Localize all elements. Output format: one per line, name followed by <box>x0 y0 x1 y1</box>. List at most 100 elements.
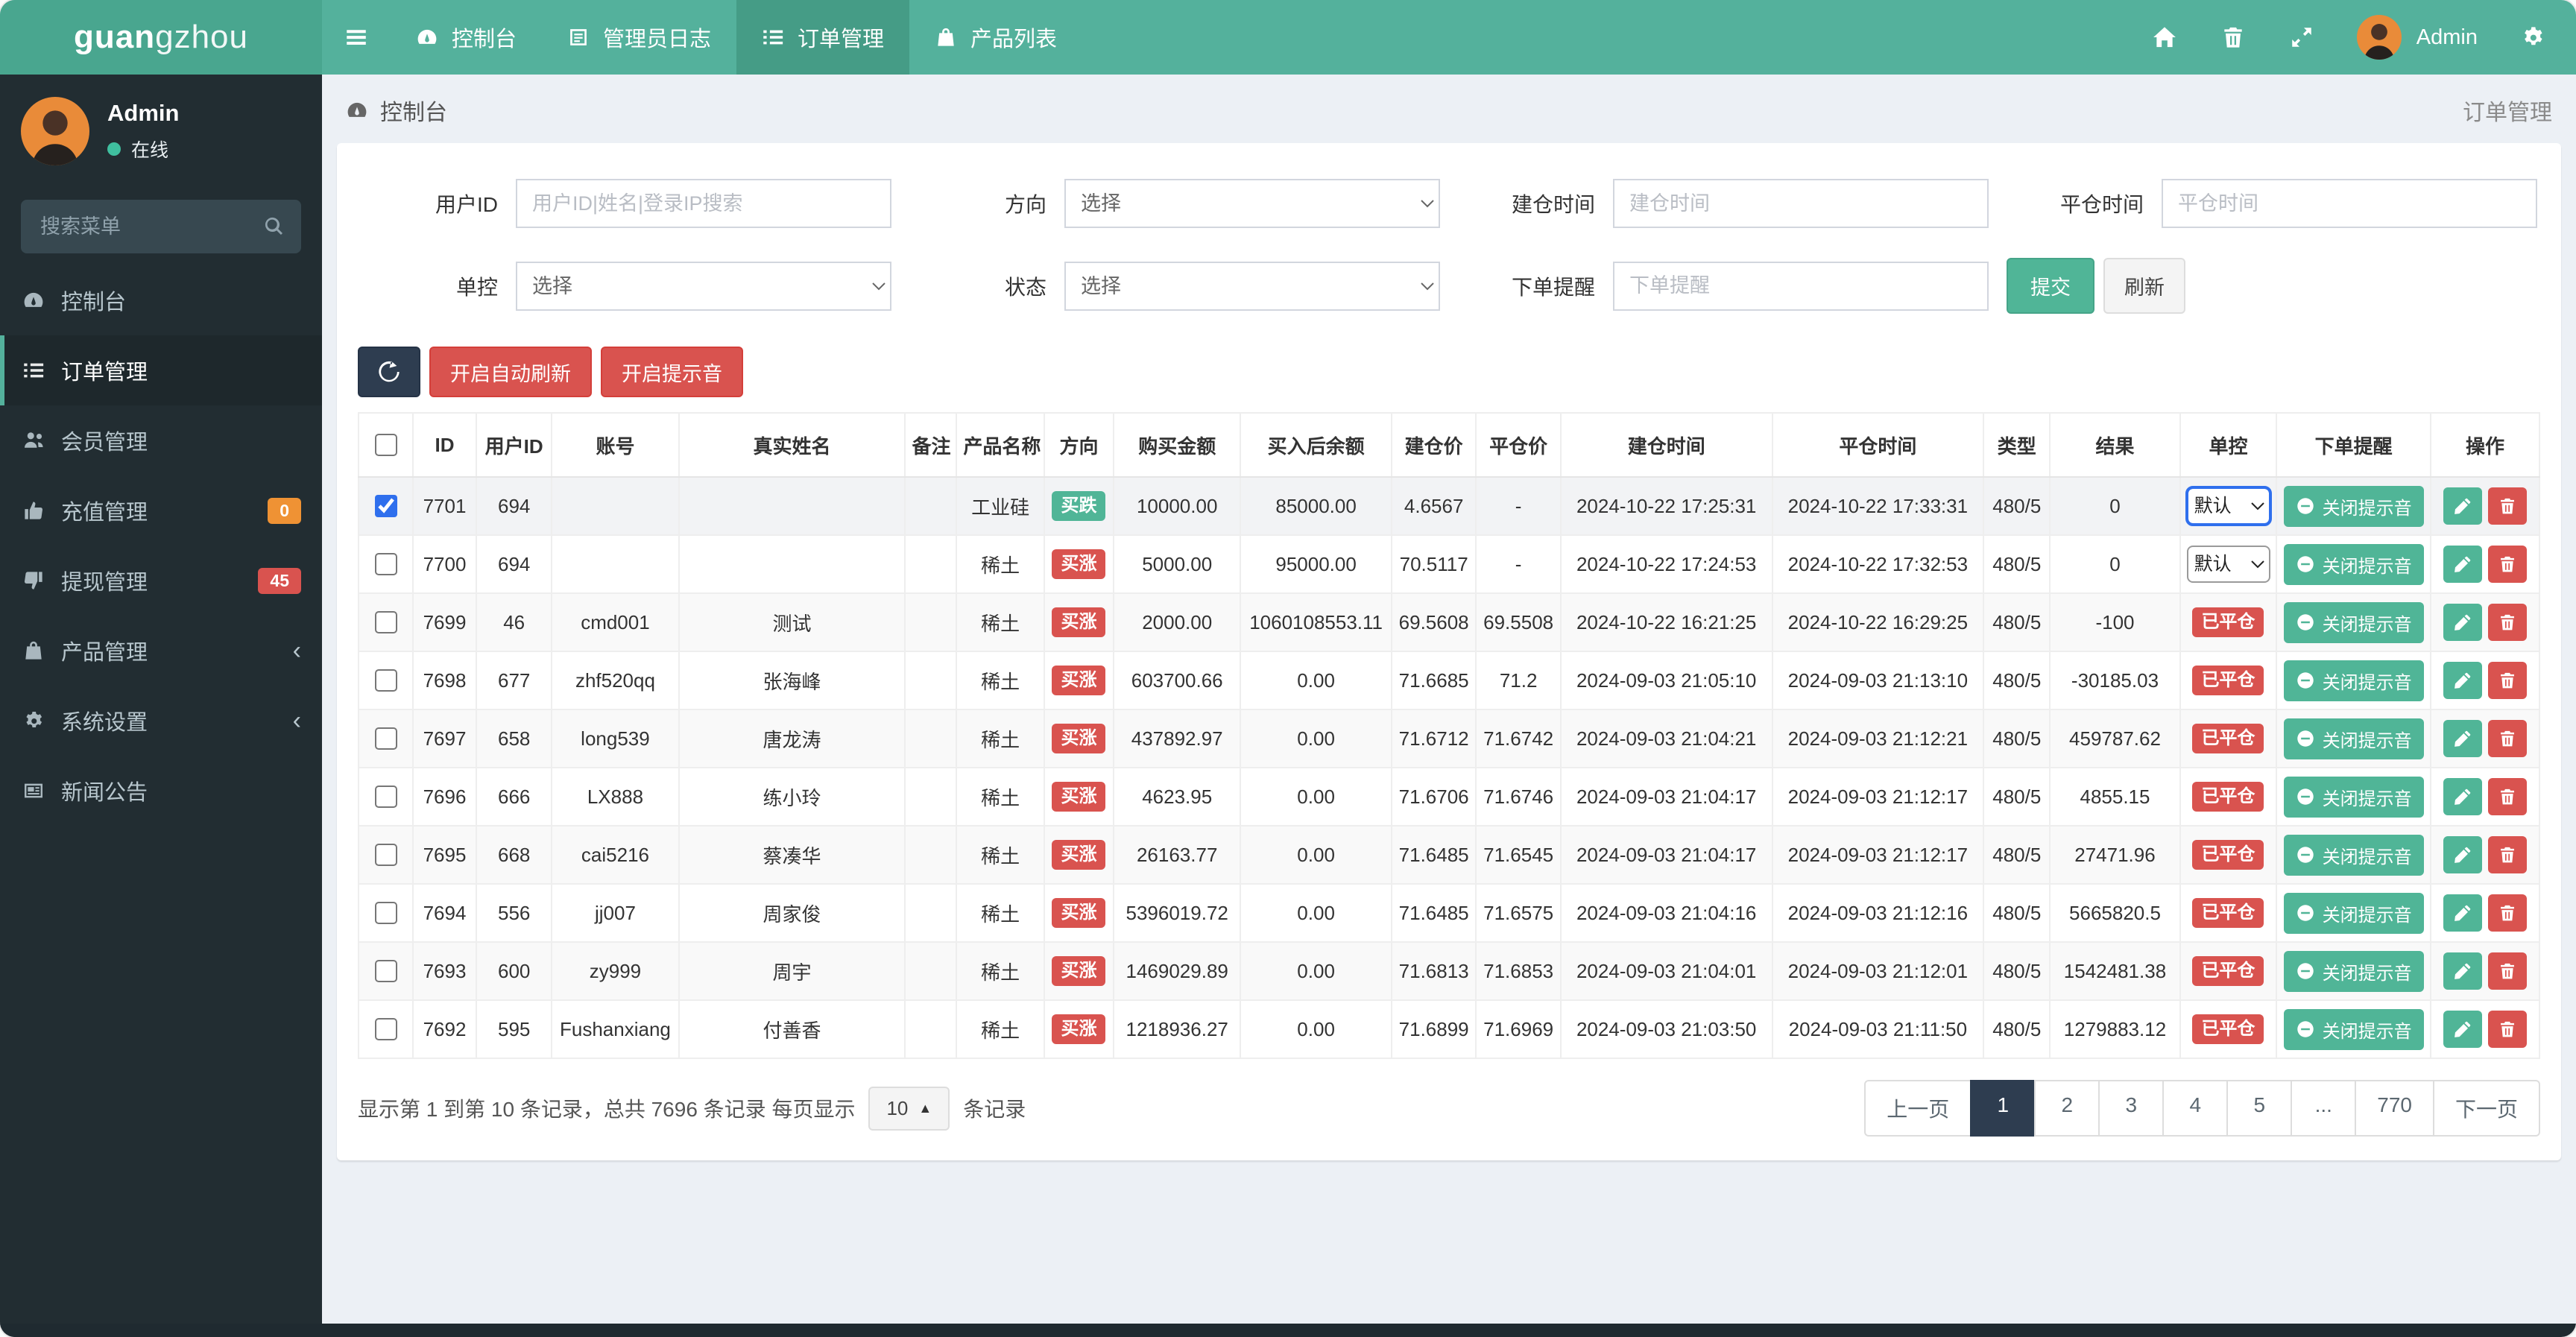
row-checkbox[interactable] <box>375 494 398 517</box>
order-reminder-input[interactable] <box>1613 261 1989 311</box>
sidebar-item-产品管理[interactable]: 产品管理 ‹ <box>0 616 322 686</box>
nav-item-label: 订单管理 <box>798 28 885 51</box>
close-sound-label: 关闭提示音 <box>2322 614 2412 635</box>
control-closed-badge: 已平仓 <box>2192 1014 2264 1044</box>
close-sound-button[interactable]: 关闭提示音 <box>2283 834 2424 876</box>
row-checkbox[interactable] <box>375 610 398 633</box>
close-sound-button[interactable]: 关闭提示音 <box>2283 1008 2424 1050</box>
delete-button[interactable] <box>2487 720 2527 757</box>
submit-button[interactable]: 提交 <box>2007 258 2094 314</box>
control-select[interactable]: 默认 <box>2185 486 2272 526</box>
edit-button[interactable] <box>2443 487 2482 525</box>
delete-button[interactable] <box>2487 487 2527 525</box>
row-checkbox[interactable] <box>375 668 398 692</box>
row-reminder: 关闭提示音 <box>2276 825 2431 885</box>
row-checkbox[interactable] <box>375 552 398 575</box>
sidebar-item-新闻公告[interactable]: 新闻公告 <box>0 756 322 826</box>
sidebar-item-订单管理[interactable]: 订单管理 <box>0 335 322 405</box>
sidebar-item-系统设置[interactable]: 系统设置 ‹ <box>0 686 322 756</box>
row-checkbox[interactable] <box>375 785 398 808</box>
direction-select[interactable]: 选择 <box>1064 179 1440 228</box>
table-footer: 显示第 1 到第 10 条记录，总共 7696 条记录 每页显示 10 ▲ 条记录… <box>358 1080 2540 1137</box>
edit-button[interactable] <box>2443 546 2482 583</box>
user-id-input[interactable] <box>516 179 891 228</box>
control-select[interactable]: 默认 <box>2186 546 2270 583</box>
delete-button[interactable] <box>2487 1011 2527 1048</box>
edit-button[interactable] <box>2443 662 2482 699</box>
home-button[interactable] <box>2130 0 2199 75</box>
row-checkbox[interactable] <box>375 1017 398 1040</box>
sidebar-search-input[interactable] <box>21 200 301 253</box>
page-button-2[interactable]: 2 <box>2034 1080 2100 1137</box>
nav-item-管理员日志[interactable]: 管理员日志 <box>542 0 736 75</box>
breadcrumb[interactable]: 控制台 <box>346 94 447 127</box>
row-balance: 0.00 <box>1240 999 1392 1059</box>
edit-button[interactable] <box>2443 778 2482 815</box>
table-row: 7697 658 long539 唐龙涛 稀土 买涨 437892.97 0.00 71.671… <box>357 709 2541 768</box>
close-sound-button[interactable]: 关闭提示音 <box>2283 601 2424 643</box>
row-balance: 85000.00 <box>1240 476 1392 536</box>
sound-on-button[interactable]: 开启提示音 <box>601 347 743 397</box>
close-sound-button[interactable]: 关闭提示音 <box>2283 950 2424 992</box>
close-time-input[interactable] <box>2162 179 2537 228</box>
page-button-4[interactable]: 4 <box>2162 1080 2229 1137</box>
close-sound-label: 关闭提示音 <box>2322 672 2412 693</box>
column-header: 购买金额 <box>1113 412 1242 478</box>
delete-button[interactable] <box>2487 836 2527 873</box>
edit-button[interactable] <box>2443 720 2482 757</box>
close-sound-button[interactable]: 关闭提示音 <box>2283 485 2424 527</box>
page-button-上一页[interactable]: 上一页 <box>1864 1080 1972 1137</box>
fullscreen-button[interactable] <box>2267 0 2336 75</box>
edit-button[interactable] <box>2443 894 2482 932</box>
delete-button[interactable] <box>2487 662 2527 699</box>
nav-item-控制台[interactable]: 控制台 <box>391 0 542 75</box>
row-checkbox-cell <box>357 999 414 1059</box>
edit-button[interactable] <box>2443 952 2482 990</box>
delete-button[interactable] <box>2487 604 2527 641</box>
sidebar-item-提现管理[interactable]: 提现管理 45 <box>0 546 322 616</box>
sidebar-item-会员管理[interactable]: 会员管理 <box>0 405 322 475</box>
nav-item-订单管理[interactable]: 订单管理 <box>736 0 910 75</box>
close-sound-button[interactable]: 关闭提示音 <box>2283 892 2424 934</box>
sidebar-toggle-button[interactable] <box>322 0 391 75</box>
delete-button[interactable] <box>2487 778 2527 815</box>
pencil-icon <box>2453 554 2472 574</box>
reload-button[interactable] <box>358 347 420 397</box>
row-checkbox[interactable] <box>375 843 398 866</box>
trash-button[interactable] <box>2199 0 2267 75</box>
open-time-input[interactable] <box>1613 179 1989 228</box>
control-select[interactable]: 选择 <box>516 261 891 311</box>
search-icon[interactable] <box>262 215 285 237</box>
close-sound-button[interactable]: 关闭提示音 <box>2283 776 2424 818</box>
close-sound-button[interactable]: 关闭提示音 <box>2283 660 2424 701</box>
select-all-checkbox[interactable] <box>375 433 398 456</box>
edit-button[interactable] <box>2443 604 2482 641</box>
status-select[interactable]: 选择 <box>1064 261 1440 311</box>
user-menu[interactable]: Admin <box>2336 0 2498 75</box>
page-button-5[interactable]: 5 <box>2226 1080 2293 1137</box>
refresh-button[interactable]: 刷新 <box>2103 258 2185 314</box>
row-id: 7694 <box>411 883 478 943</box>
row-checkbox[interactable] <box>375 901 398 924</box>
delete-button[interactable] <box>2487 952 2527 990</box>
sidebar-item-控制台[interactable]: 控制台 <box>0 265 322 335</box>
page-button-3[interactable]: 3 <box>2098 1080 2165 1137</box>
sidebar-item-充值管理[interactable]: 充值管理 0 <box>0 475 322 546</box>
row-checkbox[interactable] <box>375 959 398 982</box>
close-sound-button[interactable]: 关闭提示音 <box>2283 543 2424 585</box>
page-button-下一页[interactable]: 下一页 <box>2432 1080 2540 1137</box>
nav-item-产品列表[interactable]: 产品列表 <box>909 0 1082 75</box>
page-size-select[interactable]: 10 ▲ <box>868 1086 950 1131</box>
delete-button[interactable] <box>2487 894 2527 932</box>
edit-button[interactable] <box>2443 1011 2482 1048</box>
close-sound-button[interactable]: 关闭提示音 <box>2283 718 2424 759</box>
settings-button[interactable] <box>2498 0 2567 75</box>
page-button-770[interactable]: 770 <box>2355 1080 2434 1137</box>
delete-button[interactable] <box>2487 546 2527 583</box>
page-button-1[interactable]: 1 <box>1970 1080 2036 1137</box>
edit-button[interactable] <box>2443 836 2482 873</box>
auto-refresh-button[interactable]: 开启自动刷新 <box>429 347 592 397</box>
row-checkbox-cell <box>357 476 414 536</box>
brand-logo[interactable]: guan gzhou <box>0 0 322 75</box>
row-checkbox[interactable] <box>375 727 398 750</box>
